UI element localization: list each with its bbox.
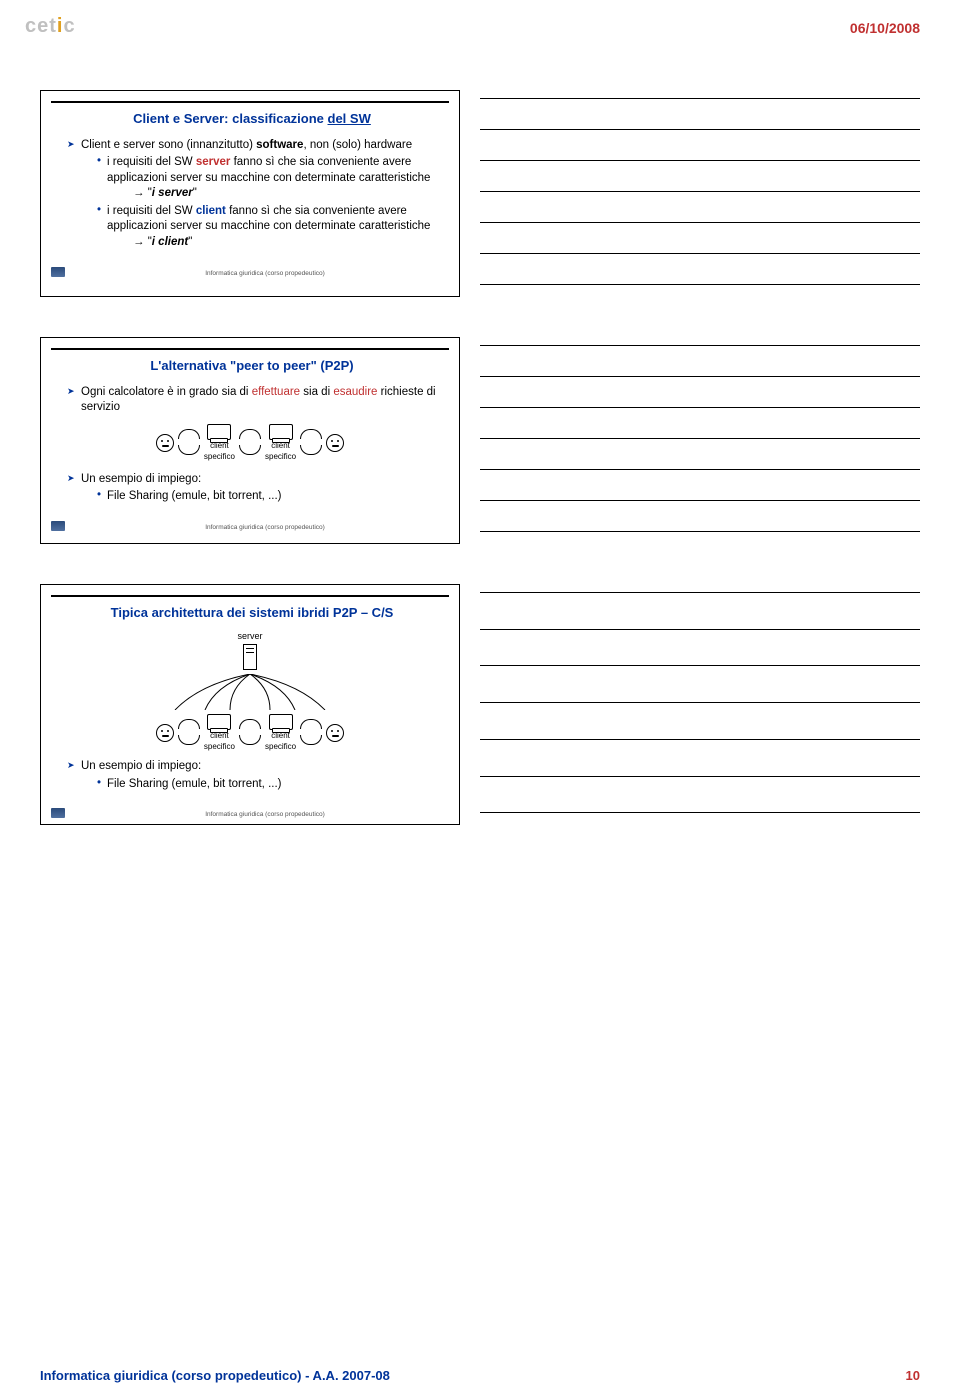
slide-row-1: Client e Server: classificazione del SW … bbox=[40, 90, 920, 297]
user-icon bbox=[326, 724, 344, 742]
user-icon bbox=[326, 434, 344, 452]
notes-3 bbox=[480, 584, 920, 825]
page-footer: Informatica giuridica (corso propedeutic… bbox=[40, 1368, 920, 1383]
slide-footer-logo-icon bbox=[51, 808, 65, 818]
slide-2-sub: File Sharing (emule, bit torrent, ...) bbox=[97, 489, 439, 505]
slide-2-bullet2: Un esempio di impiego: File Sharing (emu… bbox=[67, 472, 439, 505]
slide-1-sub1: i requisiti del SW server fanno sì che s… bbox=[97, 155, 439, 202]
computer-icon bbox=[269, 424, 293, 440]
header-date: 06/10/2008 bbox=[850, 20, 920, 36]
slide-2-title: L'alternativa "peer to peer" (P2P) bbox=[55, 358, 449, 375]
slide-3-title: Tipica architettura dei sistemi ibridi P… bbox=[55, 605, 449, 622]
slide-3-bullet: Un esempio di impiego: File Sharing (emu… bbox=[67, 759, 439, 792]
slide-footer-logo-icon bbox=[51, 267, 65, 277]
slide-3-sub: File Sharing (emule, bit torrent, ...) bbox=[97, 777, 439, 793]
footer-left: Informatica giuridica (corso propedeutic… bbox=[40, 1368, 390, 1383]
slide-row-2: L'alternativa "peer to peer" (P2P) Ogni … bbox=[40, 337, 920, 544]
slide-1-bullet: Client e server sono (innanzitutto) soft… bbox=[67, 138, 439, 251]
slide-2: L'alternativa "peer to peer" (P2P) Ogni … bbox=[40, 337, 460, 544]
computer-icon bbox=[207, 714, 231, 730]
footer-page-number: 10 bbox=[906, 1368, 920, 1383]
computer-icon bbox=[207, 424, 231, 440]
slide-3-footer: Informatica giuridica (corso propedeutic… bbox=[81, 811, 449, 818]
hybrid-diagram: server bbox=[61, 632, 439, 751]
brand-logo: cetic bbox=[25, 15, 76, 38]
user-icon bbox=[156, 434, 174, 452]
notes-1 bbox=[480, 90, 920, 297]
server-icon bbox=[243, 644, 257, 670]
slide-footer-logo-icon bbox=[51, 521, 65, 531]
p2p-diagram: client specifico client specifico bbox=[61, 424, 439, 462]
slide-2-footer: Informatica giuridica (corso propedeutic… bbox=[81, 524, 449, 531]
slide-1-footer: Informatica giuridica (corso propedeutic… bbox=[81, 270, 449, 277]
slide-row-3: Tipica architettura dei sistemi ibridi P… bbox=[40, 584, 920, 825]
slide-3: Tipica architettura dei sistemi ibridi P… bbox=[40, 584, 460, 825]
slide-2-bullet1: Ogni calcolatore è in grado sia di effet… bbox=[67, 385, 439, 416]
user-icon bbox=[156, 724, 174, 742]
computer-icon bbox=[269, 714, 293, 730]
slide-1: Client e Server: classificazione del SW … bbox=[40, 90, 460, 297]
slide-1-sub2: i requisiti del SW client fanno sì che s… bbox=[97, 204, 439, 251]
slide-1-title: Client e Server: classificazione del SW bbox=[55, 111, 449, 128]
notes-2 bbox=[480, 337, 920, 544]
